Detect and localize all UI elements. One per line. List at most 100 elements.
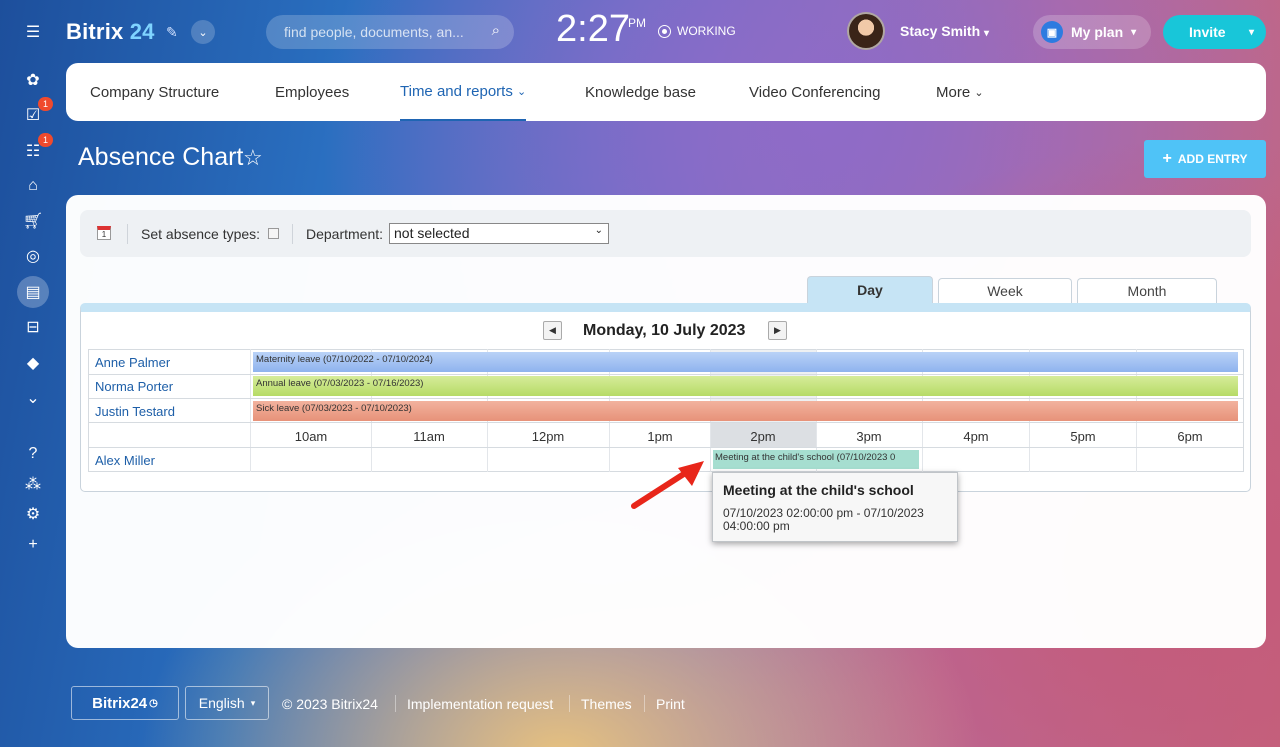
box-icon[interactable]: ◆ bbox=[17, 347, 49, 379]
target-icon[interactable]: ◎ bbox=[17, 240, 49, 272]
print-link[interactable]: Print bbox=[656, 696, 685, 712]
search-placeholder: find people, documents, an... bbox=[284, 24, 464, 40]
copyright: © 2023 Bitrix24 bbox=[282, 696, 378, 712]
network-icon[interactable]: ⁂ bbox=[17, 468, 49, 500]
chevron-down-icon[interactable]: ▾ bbox=[1249, 27, 1254, 38]
add-entry-label: ADD ENTRY bbox=[1177, 152, 1248, 166]
left-sidebar: ☰ ✿ ☑ 1 ☷ 1 ⌂ 🛒︎ ◎ ▤ ⊟ ◆ ⌄ ? ⁂ ⚙ + bbox=[0, 0, 66, 747]
absence-types-label: Set absence types: bbox=[141, 226, 261, 242]
language-select[interactable]: English ▾ bbox=[185, 686, 269, 720]
star-icon[interactable]: ☆ bbox=[243, 145, 263, 171]
my-plan-button[interactable]: ▣ My plan ▾ bbox=[1033, 15, 1151, 49]
crm-badge: 1 bbox=[38, 133, 53, 147]
bitrix-logo[interactable]: Bitrix 24 bbox=[66, 19, 155, 45]
nav-employees[interactable]: Employees bbox=[275, 63, 349, 121]
nav-video-conferencing[interactable]: Video Conferencing bbox=[749, 63, 880, 121]
robot-icon[interactable]: ⊟ bbox=[17, 311, 49, 343]
add-entry-button[interactable]: + ADD ENTRY bbox=[1144, 140, 1266, 178]
tab-day[interactable]: Day bbox=[807, 276, 933, 303]
nav-company-structure[interactable]: Company Structure bbox=[90, 63, 219, 121]
department-select[interactable]: not selected ⌄ bbox=[389, 223, 609, 244]
implementation-request-link[interactable]: Implementation request bbox=[407, 696, 553, 712]
hour-label: 4pm bbox=[963, 429, 989, 444]
search-icon[interactable]: ⌕ bbox=[492, 22, 500, 39]
chevron-down-icon: ▾ bbox=[984, 28, 990, 39]
person-norma-porter[interactable]: Norma Porter bbox=[95, 379, 173, 394]
hour-label: 12pm bbox=[531, 429, 565, 444]
avatar[interactable] bbox=[847, 12, 885, 50]
search-input[interactable]: find people, documents, an... ⌕ bbox=[266, 15, 514, 49]
chevron-down-icon: ▾ bbox=[250, 697, 256, 708]
person-justin-testard[interactable]: Justin Testard bbox=[95, 404, 175, 419]
clock-ampm: PM bbox=[628, 16, 646, 30]
hour-label: 5pm bbox=[1070, 429, 1096, 444]
employee-card-icon[interactable]: ▤ bbox=[17, 276, 49, 308]
absence-bar-sick[interactable]: Sick leave (07/03/2023 - 07/10/2023) bbox=[253, 401, 1238, 421]
hour-label: 6pm bbox=[1177, 429, 1203, 444]
top-navigation: Company Structure Employees Time and rep… bbox=[66, 63, 1266, 121]
invite-button[interactable]: Invite ▾ bbox=[1163, 15, 1266, 49]
absence-bar-annual[interactable]: Annual leave (07/03/2023 - 07/16/2023) bbox=[253, 376, 1238, 396]
footer-logo[interactable]: Bitrix24 ◷ bbox=[71, 686, 179, 720]
absence-bar-maternity[interactable]: Maternity leave (07/10/2022 - 07/10/2024… bbox=[253, 352, 1238, 372]
chevron-down-icon: ⌄ bbox=[594, 225, 603, 236]
grid-line bbox=[88, 422, 1244, 423]
feed-icon[interactable]: ✿ bbox=[17, 64, 49, 96]
department-value: not selected bbox=[394, 225, 470, 241]
hour-label: 3pm bbox=[856, 429, 882, 444]
hour-label: 2pm bbox=[750, 429, 776, 444]
work-status[interactable]: WORKING bbox=[658, 24, 736, 38]
add-icon[interactable]: + bbox=[17, 529, 49, 561]
settings-icon[interactable]: ⚙ bbox=[17, 498, 49, 530]
next-day-button[interactable]: ▶ bbox=[768, 321, 787, 340]
help-icon[interactable]: ? bbox=[17, 438, 49, 470]
clock[interactable]: 2:27 PM bbox=[556, 8, 646, 51]
chevron-down-icon: ⌄ bbox=[517, 85, 527, 98]
nav-knowledge-base[interactable]: Knowledge base bbox=[585, 63, 696, 121]
person-anne-palmer[interactable]: Anne Palmer bbox=[95, 355, 170, 370]
department-label: Department: bbox=[306, 226, 384, 242]
nav-time-and-reports[interactable]: Time and reports ⌄ bbox=[400, 63, 527, 121]
calendar-icon[interactable]: 1 bbox=[97, 226, 111, 240]
language-label: English bbox=[198, 695, 245, 711]
menu-icon[interactable]: ☰ bbox=[17, 16, 49, 48]
divider bbox=[644, 695, 645, 712]
nav-time-and-reports-label: Time and reports bbox=[400, 82, 513, 100]
person-alex-miller[interactable]: Alex Miller bbox=[95, 453, 155, 468]
hour-label: 11am bbox=[413, 429, 445, 444]
more-down-icon[interactable]: ⌄ bbox=[17, 382, 49, 414]
event-tooltip: Meeting at the child's school 07/10/2023… bbox=[712, 472, 958, 542]
tab-month[interactable]: Month bbox=[1077, 278, 1217, 303]
chart-date: Monday, 10 July 2023 bbox=[583, 322, 746, 339]
footer-logo-text: Bitrix24 bbox=[92, 694, 148, 712]
tasks-badge: 1 bbox=[38, 97, 53, 111]
clock-icon: ◷ bbox=[149, 697, 158, 709]
pencil-icon[interactable]: ✎ bbox=[166, 24, 178, 41]
grid-line bbox=[88, 374, 1244, 375]
divider bbox=[569, 695, 570, 712]
nav-more[interactable]: More ⌄ bbox=[936, 63, 984, 121]
chevron-down-icon[interactable]: ⌄ bbox=[191, 20, 215, 44]
logo-text: Bitrix bbox=[66, 19, 124, 44]
chevron-down-icon: ⌄ bbox=[974, 86, 984, 99]
meeting-bar[interactable]: Meeting at the child's school (07/10/202… bbox=[713, 450, 919, 469]
divider bbox=[127, 224, 128, 244]
grid-line bbox=[250, 349, 251, 472]
logo-number: 24 bbox=[129, 19, 155, 44]
briefcase-icon: ▣ bbox=[1041, 21, 1063, 43]
my-plan-label: My plan bbox=[1071, 24, 1124, 40]
prev-day-button[interactable]: ◀ bbox=[543, 321, 562, 340]
cart-icon[interactable]: 🛒︎ bbox=[17, 205, 49, 237]
status-icon bbox=[658, 24, 671, 38]
tasks-icon[interactable]: ☑ 1 bbox=[17, 97, 53, 131]
bank-icon[interactable]: ⌂ bbox=[17, 170, 49, 202]
clock-time: 2:27 bbox=[556, 8, 630, 50]
grid-line bbox=[88, 398, 1244, 399]
crm-icon[interactable]: ☷ 1 bbox=[17, 133, 53, 167]
absence-types-checkbox[interactable] bbox=[268, 228, 279, 239]
tab-week[interactable]: Week bbox=[938, 278, 1072, 303]
user-menu[interactable]: Stacy Smith ▾ bbox=[900, 23, 989, 39]
themes-link[interactable]: Themes bbox=[581, 696, 632, 712]
status-text: WORKING bbox=[677, 24, 736, 38]
hour-label: 1pm bbox=[647, 429, 673, 444]
